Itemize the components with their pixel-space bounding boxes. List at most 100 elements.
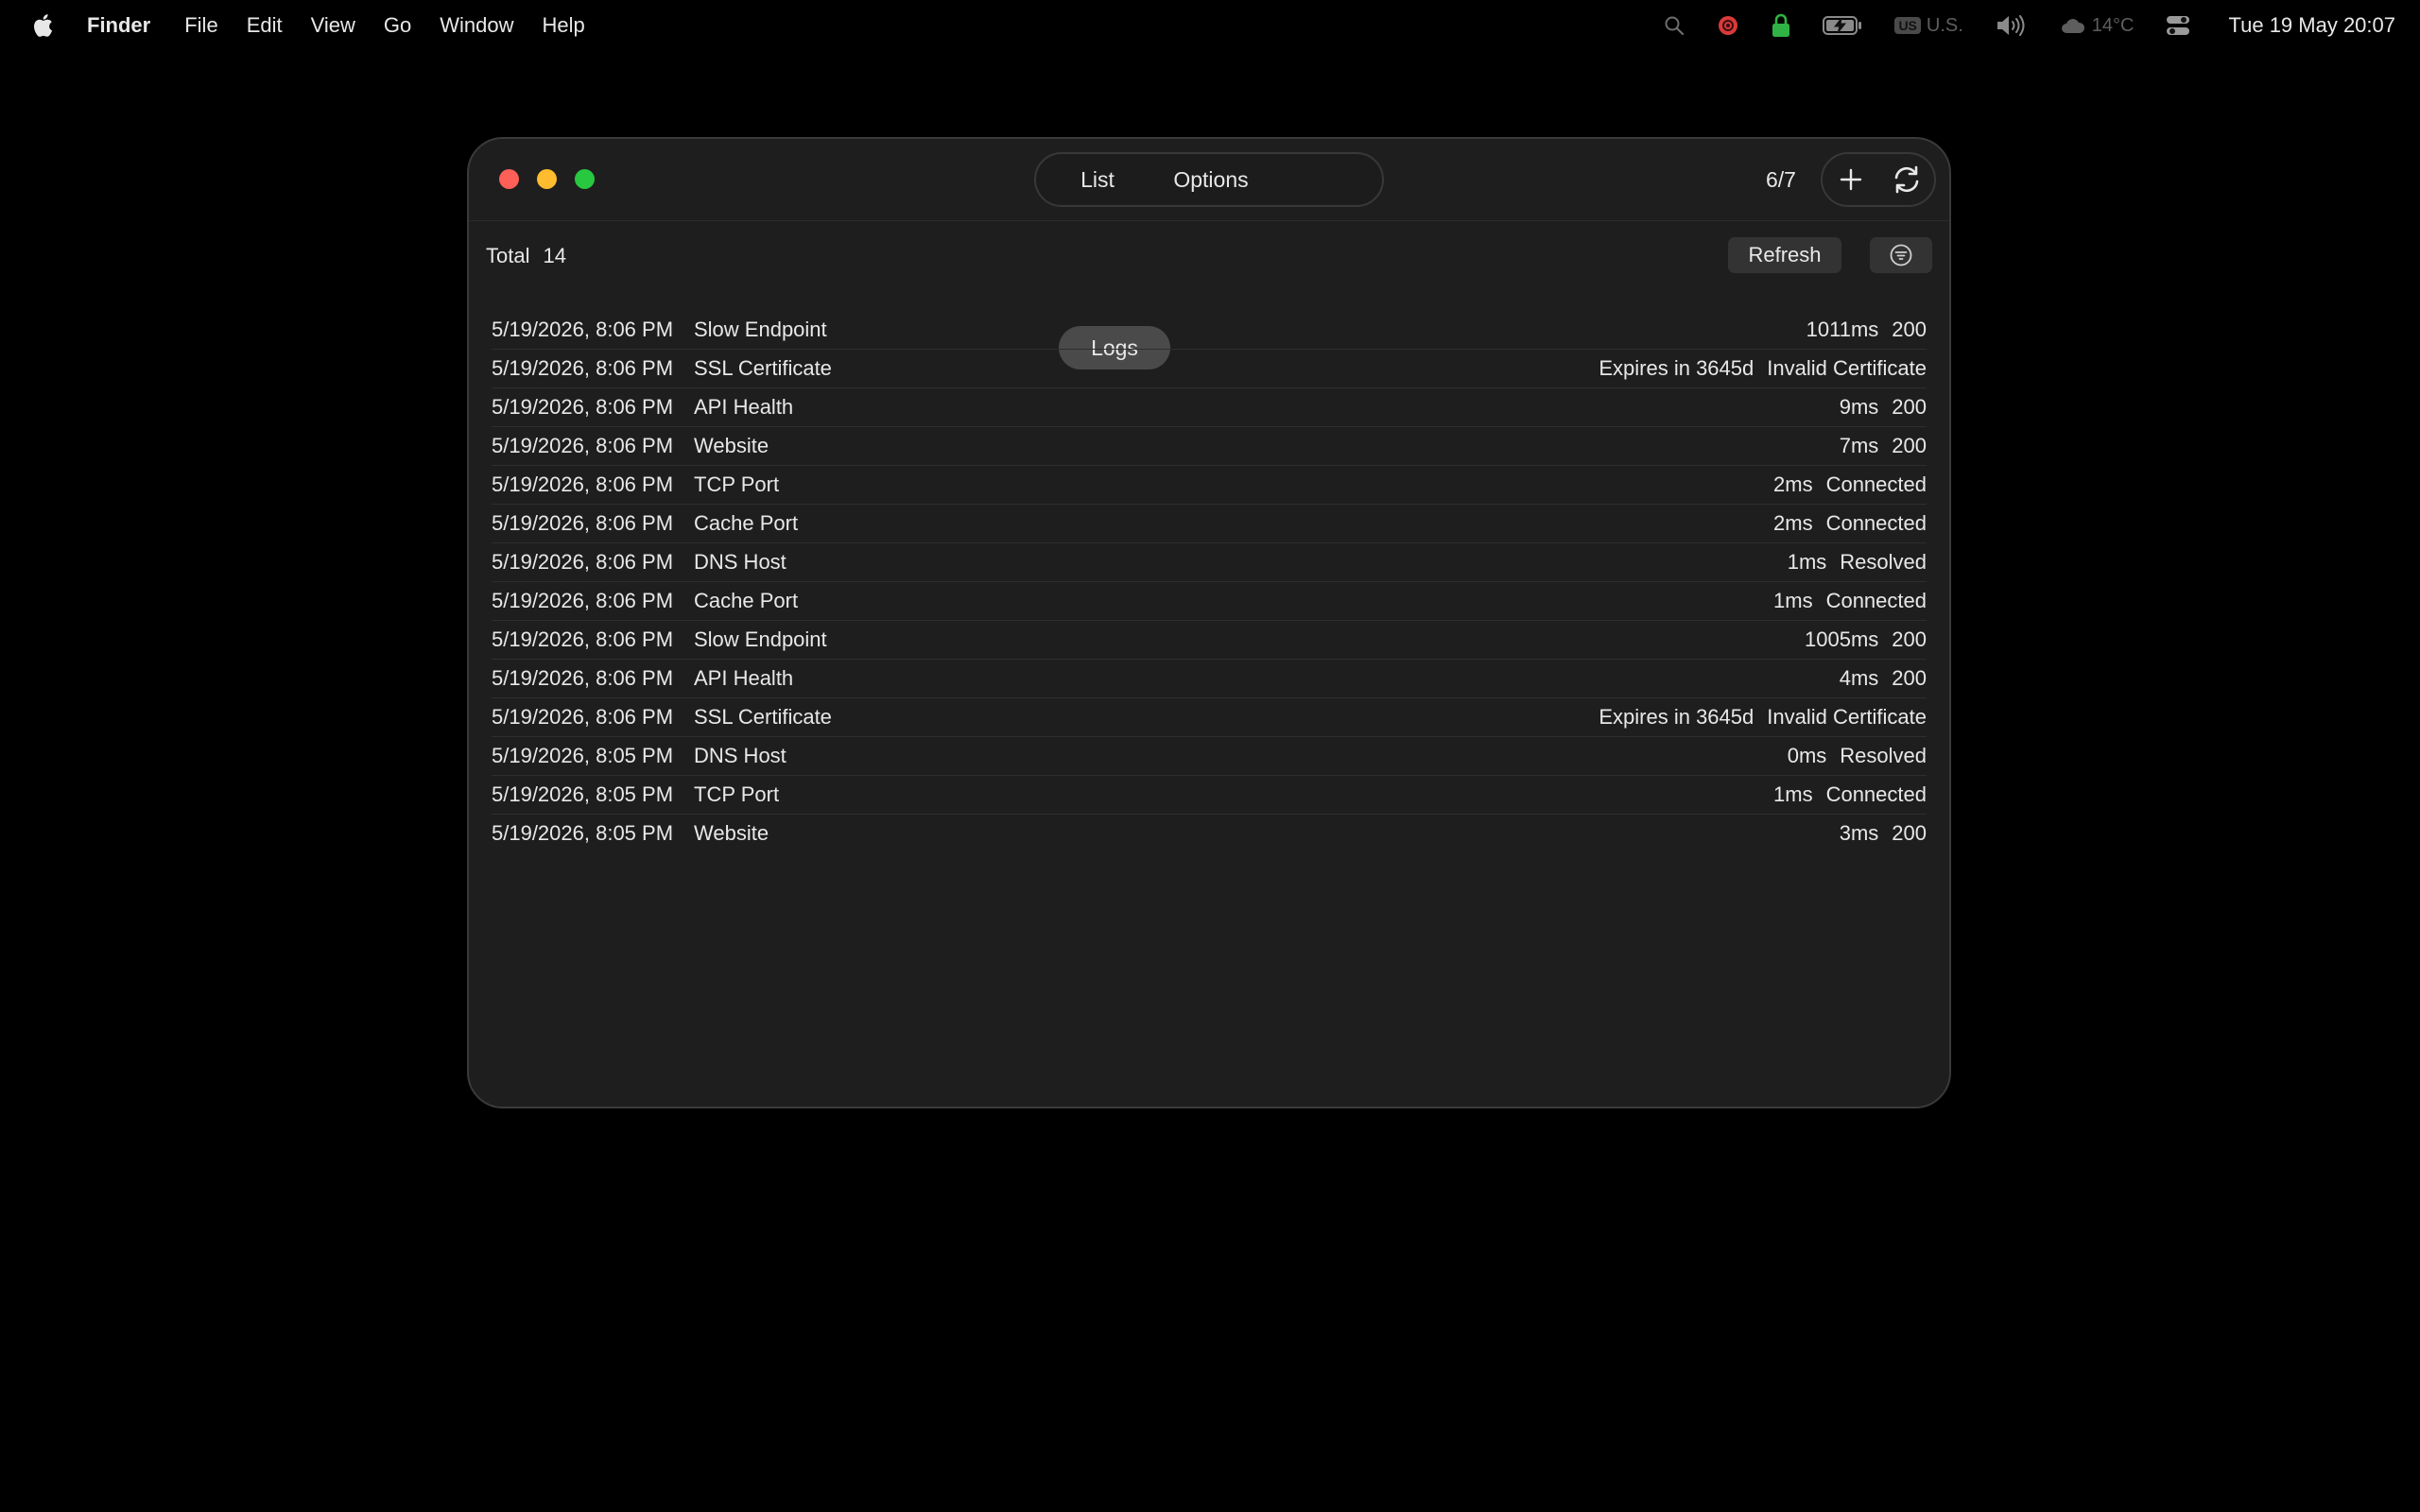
log-row[interactable]: 5/19/2026, 8:05 PM Website 3ms 200 <box>492 815 1927 852</box>
sync-icon <box>1894 165 1918 194</box>
log-row[interactable]: 5/19/2026, 8:05 PM TCP Port 1ms Connecte… <box>492 776 1927 815</box>
log-monitor-name: DNS Host <box>694 744 786 767</box>
log-monitor-name: SSL Certificate <box>694 705 832 729</box>
total-label: Total <box>486 244 530 267</box>
log-latency: 9ms <box>1839 395 1879 419</box>
tab-options[interactable]: Options <box>1154 158 1268 201</box>
log-timestamp: 5/19/2026, 8:05 PM <box>492 744 674 767</box>
log-latency: 2ms <box>1773 511 1813 535</box>
minimize-button[interactable] <box>537 169 557 189</box>
total-count: 14 <box>543 244 566 267</box>
zoom-button[interactable] <box>575 169 595 189</box>
log-latency: 2ms <box>1773 472 1813 496</box>
log-status: Invalid Certificate <box>1767 356 1927 380</box>
log-status: 200 <box>1892 318 1927 341</box>
log-row[interactable]: 5/19/2026, 8:06 PM SSL Certificate Expir… <box>492 698 1927 737</box>
menu-file[interactable]: File <box>184 13 217 38</box>
plus-icon <box>1840 168 1861 191</box>
log-monitor-name: TCP Port <box>694 782 780 806</box>
log-status: Connected <box>1825 782 1927 806</box>
control-center-icon[interactable] <box>2166 14 2190 37</box>
log-timestamp: 5/19/2026, 8:06 PM <box>492 434 674 457</box>
log-row[interactable]: 5/19/2026, 8:06 PM API Health 9ms 200 <box>492 388 1927 427</box>
sync-button[interactable] <box>1888 161 1926 198</box>
menu-view[interactable]: View <box>311 13 355 38</box>
log-row[interactable]: 5/19/2026, 8:06 PM Cache Port 1ms Connec… <box>492 582 1927 621</box>
weather-widget[interactable]: 14°C <box>2060 14 2135 37</box>
lock-icon[interactable] <box>1772 13 1790 38</box>
log-monitor-name: Website <box>694 434 769 457</box>
log-latency: 0ms <box>1787 744 1827 767</box>
log-latency: Expires in 3645d <box>1599 356 1754 380</box>
log-latency: 1011ms <box>1806 318 1879 341</box>
log-timestamp: 5/19/2026, 8:06 PM <box>492 627 674 651</box>
volume-icon[interactable] <box>1996 14 2028 37</box>
log-monitor-name: Cache Port <box>694 511 799 535</box>
log-row[interactable]: 5/19/2026, 8:06 PM SSL Certificate Expir… <box>492 350 1927 388</box>
weather-temp: 14°C <box>2091 14 2135 36</box>
log-monitor-name: Slow Endpoint <box>694 318 827 341</box>
log-status: Connected <box>1825 511 1927 535</box>
apple-icon[interactable] <box>32 13 53 38</box>
log-timestamp: 5/19/2026, 8:05 PM <box>492 782 674 806</box>
menu-go[interactable]: Go <box>384 13 411 38</box>
log-status: Connected <box>1825 589 1927 612</box>
toolbar-actions <box>1821 152 1936 207</box>
keyboard-label: U.S. <box>1926 14 1963 36</box>
close-button[interactable] <box>499 169 519 189</box>
log-row[interactable]: 5/19/2026, 8:06 PM Slow Endpoint 1005ms … <box>492 621 1927 660</box>
traffic-lights <box>499 169 595 189</box>
log-timestamp: 5/19/2026, 8:06 PM <box>492 318 674 341</box>
monitor-window: List Logs Options 6/7 Total 14 Refresh 5… <box>467 137 1951 1108</box>
filter-button[interactable] <box>1870 237 1932 273</box>
log-timestamp: 5/19/2026, 8:06 PM <box>492 705 674 729</box>
battery-charging-icon[interactable] <box>1823 15 1862 36</box>
log-latency: 4ms <box>1839 666 1879 690</box>
log-monitor-name: SSL Certificate <box>694 356 832 380</box>
view-switcher: List Logs Options <box>1034 152 1384 369</box>
shield-icon[interactable] <box>1717 14 1739 37</box>
log-monitor-name: API Health <box>694 395 794 419</box>
log-latency: 1ms <box>1773 589 1813 612</box>
log-timestamp: 5/19/2026, 8:05 PM <box>492 821 674 845</box>
filter-icon <box>1890 244 1912 266</box>
tab-list[interactable]: List <box>1041 158 1154 201</box>
log-status: Invalid Certificate <box>1767 705 1927 729</box>
log-monitor-name: Slow Endpoint <box>694 627 827 651</box>
menu-app-finder[interactable]: Finder <box>87 13 150 38</box>
log-row[interactable]: 5/19/2026, 8:05 PM DNS Host 0ms Resolved <box>492 737 1927 776</box>
menu-edit[interactable]: Edit <box>247 13 283 38</box>
log-latency: 1ms <box>1773 782 1813 806</box>
log-row[interactable]: 5/19/2026, 8:06 PM Slow Endpoint 1011ms … <box>492 311 1927 350</box>
log-latency: 1ms <box>1787 550 1827 574</box>
keyboard-badge: US <box>1894 17 1921 34</box>
menu-bar-tray: US U.S. 14°C Tue 19 May 20:07 <box>1632 0 2395 51</box>
log-status: Resolved <box>1840 744 1927 767</box>
search-icon[interactable] <box>1664 15 1685 36</box>
menu-window[interactable]: Window <box>440 13 513 38</box>
add-button[interactable] <box>1832 161 1870 198</box>
log-row[interactable]: 5/19/2026, 8:06 PM Cache Port 2ms Connec… <box>492 505 1927 543</box>
log-row[interactable]: 5/19/2026, 8:06 PM API Health 4ms 200 <box>492 660 1927 698</box>
keyboard-input-source[interactable]: US U.S. <box>1894 14 1963 37</box>
log-timestamp: 5/19/2026, 8:06 PM <box>492 356 674 380</box>
logs-list: 5/19/2026, 8:06 PM Slow Endpoint 1011ms … <box>492 311 1927 852</box>
log-monitor-name: API Health <box>694 666 794 690</box>
log-timestamp: 5/19/2026, 8:06 PM <box>492 550 674 574</box>
log-status: Resolved <box>1840 550 1927 574</box>
log-timestamp: 5/19/2026, 8:06 PM <box>492 666 674 690</box>
menu-bar-clock[interactable]: Tue 19 May 20:07 <box>2228 13 2395 38</box>
log-row[interactable]: 5/19/2026, 8:06 PM DNS Host 1ms Resolved <box>492 543 1927 582</box>
log-status: 200 <box>1892 395 1927 419</box>
log-latency: 1005ms <box>1805 627 1879 651</box>
logs-summary: Total 14 Refresh <box>486 237 1932 275</box>
log-latency: 3ms <box>1839 821 1879 845</box>
log-latency: 7ms <box>1839 434 1879 457</box>
log-row[interactable]: 5/19/2026, 8:06 PM Website 7ms 200 <box>492 427 1927 466</box>
menu-help[interactable]: Help <box>543 13 585 38</box>
log-monitor-name: Website <box>694 821 769 845</box>
log-row[interactable]: 5/19/2026, 8:06 PM TCP Port 2ms Connecte… <box>492 466 1927 505</box>
cloud-icon <box>2061 19 2084 33</box>
log-monitor-name: Cache Port <box>694 589 799 612</box>
refresh-button[interactable]: Refresh <box>1728 237 1841 273</box>
